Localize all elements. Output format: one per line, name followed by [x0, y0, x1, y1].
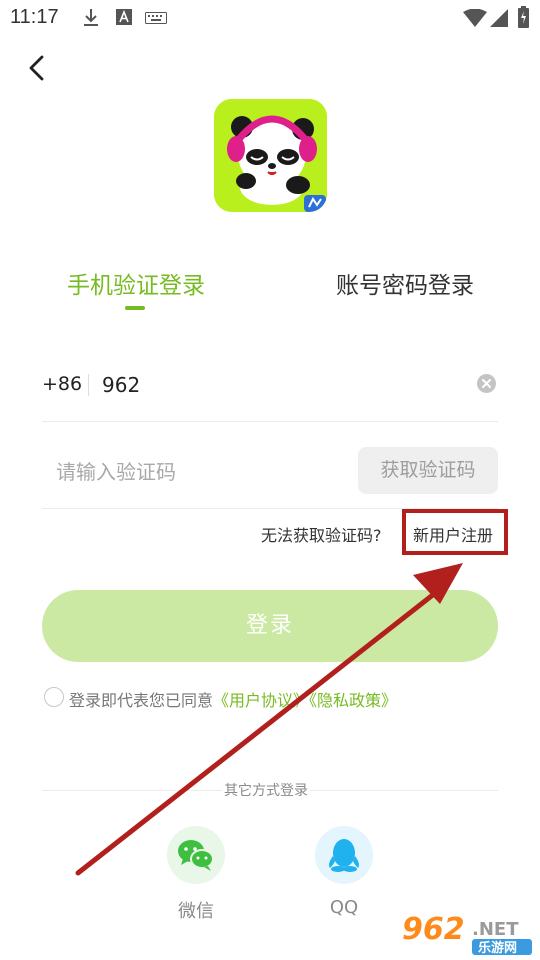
- wechat-label: 微信: [178, 901, 214, 922]
- qq-icon: [329, 839, 359, 872]
- user-agreement-link[interactable]: 《用户协议》: [213, 691, 309, 710]
- highlight-box: [402, 509, 508, 555]
- status-time: 11:17: [10, 6, 59, 28]
- other-login-label: 其它方式登录: [222, 780, 310, 800]
- svg-text:.NET: .NET: [472, 919, 519, 940]
- battery-icon: [518, 6, 529, 28]
- watermark-logo: 962 .NET 乐游网: [400, 911, 535, 956]
- agreement-checkbox[interactable]: [44, 687, 64, 707]
- chevron-left-icon: [29, 55, 44, 81]
- site-watermark-icon: 962 .NET 乐游网: [402, 912, 532, 956]
- qq-label: QQ: [329, 897, 359, 918]
- cannot-get-code-link[interactable]: 无法获取验证码?: [261, 522, 382, 546]
- svg-text:962: 962: [402, 912, 465, 947]
- svg-text:乐游网: 乐游网: [478, 940, 517, 956]
- font-icon: [116, 9, 132, 25]
- wifi-icon: [463, 9, 487, 27]
- verification-code-input[interactable]: [56, 454, 346, 490]
- wechat-icon: [178, 840, 214, 871]
- close-icon: [482, 379, 491, 388]
- clear-button[interactable]: [477, 374, 496, 393]
- phone-divider: [88, 374, 89, 396]
- tab-indicator: [125, 306, 145, 310]
- qq-login-button[interactable]: [315, 826, 373, 884]
- agreement-text: 登录即代表您已同意《用户协议》《隐私政策》: [69, 687, 397, 711]
- back-button[interactable]: [20, 50, 56, 86]
- wechat-login-button[interactable]: [167, 826, 225, 884]
- country-code[interactable]: +86: [42, 373, 82, 395]
- status-bar: 11:17: [0, 0, 540, 36]
- login-button[interactable]: 登录: [42, 590, 498, 662]
- keyboard-icon: [145, 12, 167, 24]
- phone-input[interactable]: [102, 368, 462, 402]
- tab-password-login[interactable]: 账号密码登录: [336, 266, 474, 300]
- tab-phone-login[interactable]: 手机验证登录: [67, 266, 205, 300]
- divider: [42, 421, 498, 422]
- signal-icon: [490, 9, 508, 27]
- agreement-prefix: 登录即代表您已同意: [69, 691, 214, 710]
- panda-logo-icon: [214, 99, 327, 212]
- get-code-button[interactable]: 获取验证码: [358, 447, 498, 494]
- privacy-policy-link[interactable]: 《隐私政策》: [309, 691, 397, 710]
- app-logo: [214, 99, 327, 212]
- download-icon: [84, 9, 98, 26]
